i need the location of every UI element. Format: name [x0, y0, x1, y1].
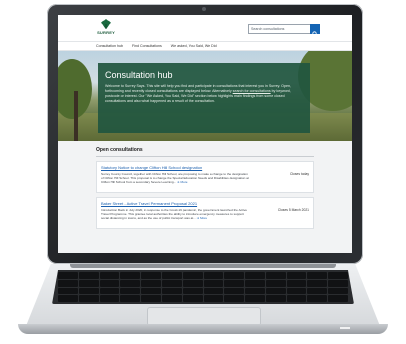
- keyboard-key: [99, 295, 120, 302]
- nav-we-asked[interactable]: We asked, You Said, We Did: [171, 44, 217, 48]
- keyboard-key: [161, 295, 182, 302]
- keyboard-key: [141, 272, 161, 279]
- keyboard-key: [245, 287, 265, 295]
- keyboard-key: [99, 279, 120, 287]
- more-link[interactable]: ➔ More: [177, 180, 188, 184]
- more-link-label: More: [180, 180, 188, 184]
- status-light: [340, 327, 350, 329]
- main-content: Open consultations Statutory Notice to c…: [58, 141, 352, 253]
- keyboard-key: [286, 272, 307, 279]
- consultation-title[interactable]: Baker Street - Active Travel Permanent P…: [101, 201, 309, 206]
- consultation-card: Statutory Notice to change Clifton Hill …: [96, 161, 314, 193]
- keyboard-key: [120, 272, 141, 279]
- keyboard-key: [58, 272, 78, 279]
- site-header: SURREY Search consultations: [58, 15, 352, 41]
- keyboard-key: [307, 287, 328, 295]
- keyboard-key: [203, 272, 224, 279]
- keyboard-key: [99, 272, 120, 279]
- keyboard-key: [307, 279, 328, 287]
- keyboard-key: [328, 279, 348, 287]
- search-consultations-link[interactable]: search for consultations: [233, 89, 271, 93]
- consultation-status: Closes today: [289, 172, 309, 176]
- consultation-card: Baker Street - Active Travel Permanent P…: [96, 197, 314, 229]
- hero-panel: Consultation hub Welcome to Surrey Says.…: [98, 63, 310, 133]
- keyboard-key: [161, 279, 182, 287]
- keyboard-key: [120, 295, 141, 302]
- keyboard-key: [120, 279, 141, 287]
- open-consultations-heading: Open consultations: [96, 147, 314, 157]
- hero-intro: Welcome to Surrey Says. This site will h…: [105, 84, 303, 104]
- keyboard-key: [265, 272, 286, 279]
- keyboard-key: [182, 272, 203, 279]
- search-icon: [312, 31, 318, 37]
- keyboard-key: [224, 295, 245, 302]
- laptop-hinge: [70, 264, 336, 268]
- search-input[interactable]: Search consultations: [248, 24, 312, 34]
- keyboard-key: [328, 295, 348, 302]
- camera: [202, 7, 206, 11]
- keyboard-key: [286, 287, 307, 295]
- nav-find-consultations[interactable]: Find Consultations: [132, 44, 162, 48]
- consultation-summary: Surrey County Council, together with Cli…: [101, 172, 251, 184]
- keyboard-key: [265, 295, 286, 302]
- consultation-summary-text: Introduction Back in July 2020, in respo…: [101, 208, 248, 220]
- keyboard-key: [224, 272, 245, 279]
- keyboard-key: [182, 279, 203, 287]
- keyboard-key: [245, 295, 265, 302]
- keyboard-key: [286, 295, 307, 302]
- more-link-label: More: [200, 216, 208, 220]
- keyboard-keys: [58, 272, 348, 302]
- keyboard-key: [161, 272, 182, 279]
- page-title: Consultation hub: [105, 70, 173, 80]
- keyboard-key: [203, 295, 224, 302]
- keyboard-key: [245, 272, 265, 279]
- laptop-base: [0, 264, 406, 338]
- keyboard-key: [78, 272, 99, 279]
- keyboard-key: [78, 295, 99, 302]
- consultation-summary: Introduction Back in July 2020, in respo…: [101, 208, 251, 220]
- keyboard-key: [141, 279, 161, 287]
- keyboard-key: [307, 272, 328, 279]
- keyboard-key: [328, 287, 348, 295]
- keyboard-key: [265, 287, 286, 295]
- laptop-lid: SURREY Search consultations Consultation…: [47, 4, 363, 264]
- keyboard-key: [307, 295, 328, 302]
- keyboard-key: [182, 295, 203, 302]
- keyboard-key: [141, 287, 161, 295]
- keyboard-key: [224, 287, 245, 295]
- keyboard-key: [265, 279, 286, 287]
- keyboard: [52, 270, 354, 304]
- keyboard-key: [58, 287, 78, 295]
- keyboard-key: [58, 295, 78, 302]
- site-logo[interactable]: SURREY: [96, 18, 116, 35]
- keyboard-key: [224, 279, 245, 287]
- keyboard-key: [286, 279, 307, 287]
- keyboard-key: [328, 272, 348, 279]
- keyboard-key: [203, 287, 224, 295]
- surrey-logo-icon: [101, 19, 111, 29]
- search-button[interactable]: [310, 24, 320, 37]
- keyboard-key: [99, 287, 120, 295]
- keyboard-key: [203, 279, 224, 287]
- keyboard-key: [161, 287, 182, 295]
- keyboard-key: [58, 279, 78, 287]
- hero-tree-trunk: [74, 91, 78, 141]
- logo-text: SURREY: [97, 30, 115, 35]
- keyboard-key: [78, 279, 99, 287]
- keyboard-key: [182, 287, 203, 295]
- consultation-summary-text: Surrey County Council, together with Cli…: [101, 172, 249, 184]
- keyboard-key: [120, 287, 141, 295]
- main-nav: Consultation hub Find Consultations We a…: [58, 41, 352, 51]
- laptop-front-edge: [18, 324, 388, 334]
- consultation-status: Closes 5 March 2021: [277, 208, 309, 212]
- keyboard-key: [78, 287, 99, 295]
- hero-banner: Consultation hub Welcome to Surrey Says.…: [58, 51, 352, 141]
- nav-consultation-hub[interactable]: Consultation hub: [96, 44, 123, 48]
- keyboard-key: [245, 279, 265, 287]
- laptop-screen: SURREY Search consultations Consultation…: [58, 15, 352, 253]
- consultation-title[interactable]: Statutory Notice to change Clifton Hill …: [101, 165, 309, 170]
- more-link[interactable]: ➔ More: [197, 216, 208, 220]
- keyboard-key: [141, 295, 161, 302]
